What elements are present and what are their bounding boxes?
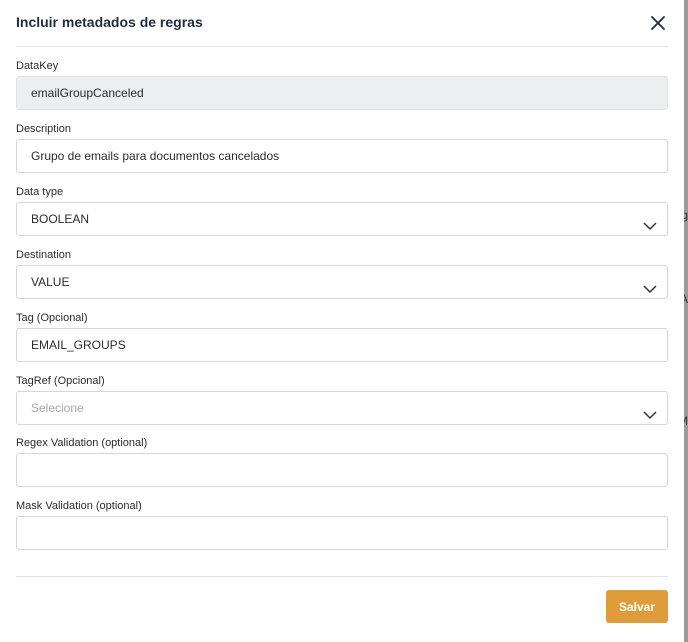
datakey-value: emailGroupCanceled (31, 86, 144, 100)
modal-title: Incluir metadados de regras (16, 14, 203, 30)
data-type-select[interactable]: BOOLEAN (16, 202, 668, 236)
tagref-placeholder: Selecione (31, 401, 84, 415)
data-type-value: BOOLEAN (31, 212, 90, 226)
description-field[interactable]: Grupo de emails para documentos cancelad… (16, 139, 668, 173)
chevron-down-icon (643, 213, 657, 231)
metadata-rule-modal: Incluir metadados de regras DataKey emai… (0, 0, 684, 642)
tagref-select[interactable]: Selecione (16, 391, 668, 425)
modal-header: Incluir metadados de regras (16, 0, 668, 47)
regex-label: Regex Validation (optional) (16, 437, 148, 449)
tag-field[interactable]: EMAIL_GROUPS (16, 328, 668, 362)
tag-value: EMAIL_GROUPS (31, 338, 126, 352)
footer-divider (16, 576, 668, 577)
mask-label: Mask Validation (optional) (16, 500, 142, 512)
datakey-field: emailGroupCanceled (16, 76, 668, 110)
save-button[interactable]: Salvar (606, 590, 668, 623)
chevron-down-icon (643, 276, 657, 294)
destination-label: Destination (16, 249, 72, 261)
description-label: Description (16, 123, 72, 135)
destination-select[interactable]: VALUE (16, 265, 668, 299)
tag-label: Tag (Opcional) (16, 312, 88, 324)
regex-field[interactable] (16, 453, 668, 487)
datakey-label: DataKey (16, 60, 59, 72)
data-type-label: Data type (16, 186, 64, 198)
tagref-label: TagRef (Opcional) (16, 375, 105, 387)
description-value: Grupo de emails para documentos cancelad… (31, 149, 280, 163)
chevron-down-icon (643, 402, 657, 420)
close-icon[interactable] (648, 13, 668, 33)
mask-field[interactable] (16, 516, 668, 550)
destination-value: VALUE (31, 275, 70, 289)
